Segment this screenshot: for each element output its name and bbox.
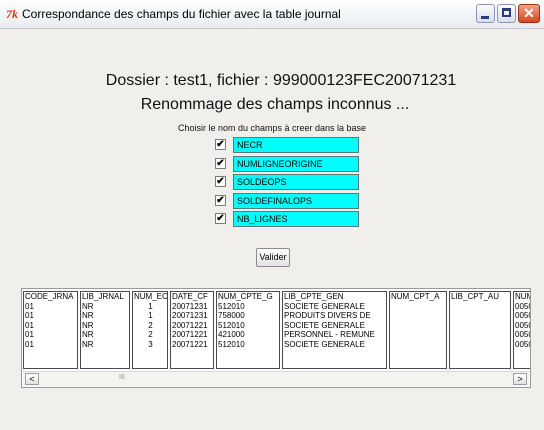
maximize-icon <box>502 8 511 17</box>
grid-cell: 421000 <box>218 330 245 339</box>
field-checkbox[interactable]: ✔ <box>215 158 226 169</box>
grid-column: CODE_JRNA 01 01 01 01 01 <box>23 291 78 369</box>
grid-column: NUM_CPT_A <box>389 291 447 369</box>
field-name-input[interactable]: SOLDEFINALOPS <box>233 193 359 209</box>
grid-cell: SOCIETE GENERALE <box>284 301 365 311</box>
grid-cell: NR <box>82 320 94 330</box>
grid-column: LIB_JRNAL NR NR NR NR NR <box>80 291 130 369</box>
data-grid[interactable]: CODE_JRNA 01 01 01 01 01 LIB_JRNAL NR NR… <box>21 288 531 388</box>
grid-cell: SOCIETE GENERALE <box>284 320 365 330</box>
page-title: Dossier : test1, fichier : 999000123FEC2… <box>0 72 544 90</box>
field-checkbox[interactable]: ✔ <box>215 213 226 224</box>
grid-cell: NR <box>82 301 94 311</box>
page-subtitle: Renommage des champs inconnus ... <box>0 96 544 114</box>
grid-column: NUM_CPTE_G 512010 758000 512010 421000 5… <box>216 291 280 369</box>
grid-cell: 2 <box>148 330 153 339</box>
grid-cell: 01 <box>25 301 34 311</box>
window-title: Correspondance des champs du fichier ave… <box>22 7 341 21</box>
grid-cell: 20071231 <box>172 301 208 311</box>
grid-cell: 01 <box>25 330 34 339</box>
column-header[interactable]: LIB_CPTE_GEN <box>284 292 386 302</box>
grid-cell: 512010 <box>218 301 245 311</box>
grid-cell: 0050 <box>515 330 530 339</box>
column-header[interactable]: DATE_CF <box>172 292 213 302</box>
title-bar: 7k Correspondance des champs du fichier … <box>0 0 544 29</box>
validate-button[interactable]: Valider <box>256 248 290 267</box>
grid-column: DATE_CF 20071231 20071231 20071221 20071… <box>170 291 214 369</box>
grid-cell: 01 <box>25 320 34 330</box>
grid-cell: 20071231 <box>172 311 208 320</box>
column-header[interactable]: LIB_JRNAL <box>82 292 129 302</box>
grid-column: LIB_CPTE_GEN SOCIETE GENERALE PRODUITS D… <box>282 291 387 369</box>
app-icon: 7k <box>6 7 18 21</box>
grid-cell: 01 <box>25 311 34 320</box>
grid-column: NUM 0050 0050 0050 0050 0050 <box>513 291 530 369</box>
grid-cell: 512010 <box>218 320 245 330</box>
grid-cell: 01 <box>25 339 34 349</box>
grid-cell: NR <box>82 311 94 320</box>
scroll-right-button[interactable]: > <box>513 373 527 385</box>
grid-cell: 1 <box>148 311 153 320</box>
instruction-label: Choisir le nom du champs à creer dans la… <box>0 123 544 133</box>
field-checkbox[interactable]: ✔ <box>215 176 226 187</box>
grid-cell: 0050 <box>515 339 530 349</box>
grid-cell: 0050 <box>515 320 530 330</box>
horizontal-scrollbar[interactable]: < III > <box>23 371 529 386</box>
field-checkbox[interactable]: ✔ <box>215 195 226 206</box>
column-header[interactable]: NUM <box>515 292 530 302</box>
grid-cell: 20071221 <box>172 330 208 339</box>
grid-column: LIB_CPT_AU <box>449 291 511 369</box>
field-name-input[interactable]: NUMLIGNEORIGINE <box>233 156 359 172</box>
close-button[interactable]: ✕ <box>518 4 540 23</box>
instruction-text: Choisir le nom du champs à creer dans la… <box>177 123 367 133</box>
grid-cell: SOCIETE GENERALE <box>284 339 365 349</box>
scroll-thumb-grip-icon[interactable]: III <box>119 374 125 381</box>
field-name-input[interactable]: SOLDEOPS <box>233 174 359 190</box>
page-title-text: Dossier : test1, fichier : 999000123FEC2… <box>105 72 457 89</box>
scroll-left-button[interactable]: < <box>25 373 39 385</box>
grid-cell: 1 <box>148 301 153 311</box>
grid-cell: PRODUITS DIVERS DE <box>284 311 371 320</box>
column-header[interactable]: CODE_JRNA <box>25 292 77 302</box>
grid-cell: PERSONNEL - REMUNE <box>284 330 375 339</box>
field-name-input[interactable]: NB_LIGNES <box>233 211 359 227</box>
column-header[interactable]: NUM_CPT_A <box>391 292 446 302</box>
grid-cell: 20071221 <box>172 339 208 349</box>
column-header[interactable]: NUM_EC <box>134 292 167 302</box>
grid-cell: NR <box>82 330 94 339</box>
grid-cell: NR <box>82 339 94 349</box>
grid-cell: 3 <box>148 339 153 349</box>
page-subtitle-text: Renommage des champs inconnus ... <box>140 96 410 113</box>
minimize-button[interactable] <box>476 4 495 23</box>
close-icon: ✕ <box>523 5 535 21</box>
grid-cell: 0050 <box>515 311 530 320</box>
maximize-button[interactable] <box>497 4 516 23</box>
grid-cell: 758000 <box>218 311 245 320</box>
field-checkbox[interactable]: ✔ <box>215 139 226 150</box>
grid-column: NUM_EC 1 1 2 2 3 <box>132 291 168 369</box>
grid-cell: 0050 <box>515 301 530 311</box>
grid-cell: 20071221 <box>172 320 208 330</box>
minimize-icon <box>481 16 489 19</box>
grid-cell: 2 <box>148 320 153 330</box>
column-header[interactable]: NUM_CPTE_G <box>218 292 279 302</box>
field-name-input[interactable]: NECR <box>233 137 359 153</box>
column-header[interactable]: LIB_CPT_AU <box>451 292 510 302</box>
grid-cell: 512010 <box>218 339 245 349</box>
